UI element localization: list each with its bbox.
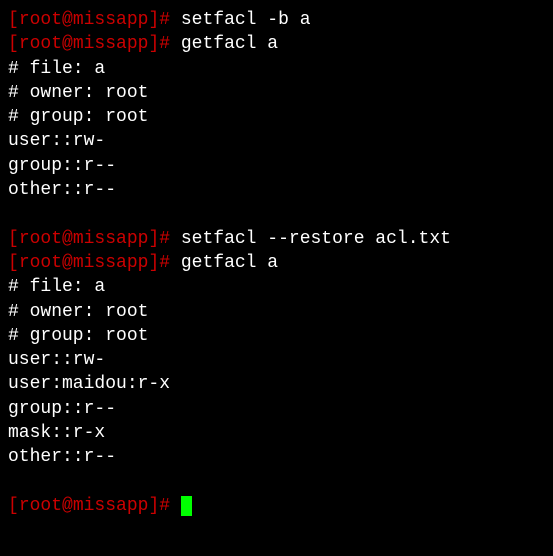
command-line-1[interactable]: [root@missapp]# setfacl -b a <box>8 8 545 32</box>
prompt-open-bracket: [ <box>8 496 19 516</box>
prompt-user-host: root@missapp <box>19 10 149 30</box>
output-user-maidou: user:maidou:r-x <box>8 372 545 396</box>
output-user-perm: user::rw- <box>8 348 545 372</box>
output-other-perm: other::r-- <box>8 178 545 202</box>
command-text <box>170 34 181 54</box>
prompt-hash: # <box>159 10 170 30</box>
command-line-4[interactable]: [root@missapp]# getfacl a <box>8 251 545 275</box>
command-line-active[interactable]: [root@missapp]# <box>8 494 545 518</box>
command-getfacl-2: getfacl a <box>181 253 278 273</box>
prompt-hash: # <box>159 229 170 249</box>
cursor-icon <box>181 496 192 516</box>
command-getfacl-1: getfacl a <box>181 34 278 54</box>
blank-line <box>8 202 545 226</box>
output-owner: # owner: root <box>8 81 545 105</box>
command-setfacl-restore: setfacl --restore acl.txt <box>181 229 451 249</box>
prompt-close-bracket: ] <box>148 229 159 249</box>
prompt-hash: # <box>159 34 170 54</box>
command-line-3[interactable]: [root@missapp]# setfacl --restore acl.tx… <box>8 227 545 251</box>
prompt-user-host: root@missapp <box>19 253 149 273</box>
prompt-open-bracket: [ <box>8 253 19 273</box>
prompt-hash: # <box>159 496 170 516</box>
blank-line <box>8 470 545 494</box>
prompt-user-host: root@missapp <box>19 496 149 516</box>
output-group: # group: root <box>8 324 545 348</box>
prompt-open-bracket: [ <box>8 10 19 30</box>
output-group-perm: group::r-- <box>8 154 545 178</box>
output-file: # file: a <box>8 57 545 81</box>
command-text <box>170 229 181 249</box>
command-text <box>170 10 181 30</box>
command-setfacl-b: setfacl -b a <box>181 10 311 30</box>
output-user-perm: user::rw- <box>8 129 545 153</box>
output-group-perm: group::r-- <box>8 397 545 421</box>
command-line-2[interactable]: [root@missapp]# getfacl a <box>8 32 545 56</box>
prompt-open-bracket: [ <box>8 34 19 54</box>
command-text <box>170 253 181 273</box>
output-mask-perm: mask::r-x <box>8 421 545 445</box>
prompt-close-bracket: ] <box>148 253 159 273</box>
output-file: # file: a <box>8 275 545 299</box>
output-group: # group: root <box>8 105 545 129</box>
output-owner: # owner: root <box>8 300 545 324</box>
output-other-perm: other::r-- <box>8 445 545 469</box>
prompt-user-host: root@missapp <box>19 229 149 249</box>
prompt-close-bracket: ] <box>148 10 159 30</box>
prompt-open-bracket: [ <box>8 229 19 249</box>
prompt-close-bracket: ] <box>148 496 159 516</box>
prompt-hash: # <box>159 253 170 273</box>
prompt-user-host: root@missapp <box>19 34 149 54</box>
prompt-close-bracket: ] <box>148 34 159 54</box>
command-text <box>170 496 181 516</box>
